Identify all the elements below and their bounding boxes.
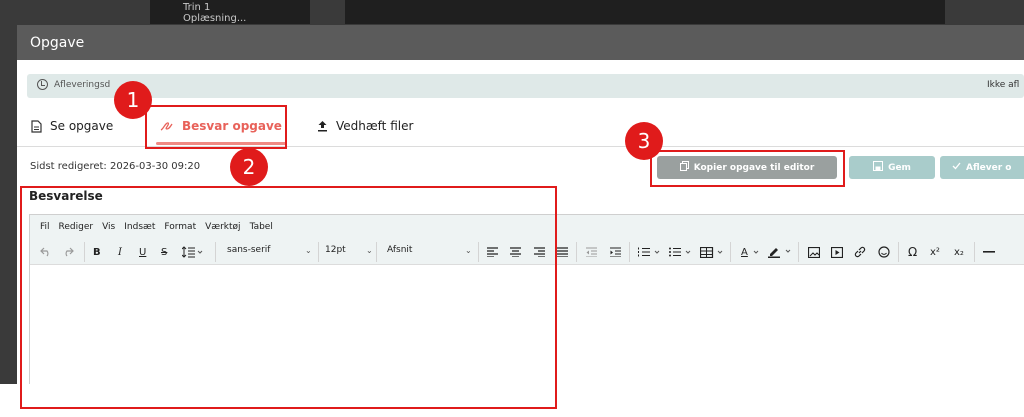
background-text: Trin 1 (183, 2, 211, 13)
emoji-icon[interactable] (878, 245, 890, 259)
table-icon[interactable] (700, 245, 726, 259)
link-icon[interactable] (854, 245, 866, 259)
screen: Trin 1 Oplæsning... Opgave Afleveringsd … (0, 0, 1024, 417)
image-icon[interactable] (808, 245, 820, 259)
text-color-icon[interactable]: A (741, 245, 762, 259)
background-panel (345, 0, 945, 24)
text-color-glyph: A (741, 246, 748, 258)
modal-header: Opgave (17, 25, 1024, 60)
highlight-box-tab (145, 105, 287, 149)
clock-icon (37, 79, 48, 90)
highlight-box-editor (20, 186, 557, 409)
subscript-button[interactable]: x₂ (954, 245, 964, 259)
bullet-list-icon[interactable] (669, 245, 693, 259)
button-label: Gem (888, 162, 911, 173)
tab-se-opgave[interactable]: Se opgave (31, 119, 113, 133)
deadline-label: Afleveringsd (54, 80, 111, 90)
last-edited-text: Sidst redigeret: 2026-03-30 09:20 (30, 161, 201, 172)
step-badge-2: 2 (230, 148, 268, 186)
tab-label: Se opgave (50, 119, 114, 133)
modal-title: Opgave (30, 35, 85, 51)
tab-vedhaeft-filer[interactable]: Vedhæft filer (317, 119, 413, 133)
tab-label: Vedhæft filer (336, 119, 414, 133)
step-badge-1: 1 (114, 81, 152, 119)
document-icon (31, 119, 42, 133)
upload-icon (317, 120, 328, 132)
step-badge-3: 3 (625, 122, 663, 160)
horizontal-rule-icon[interactable] (983, 245, 995, 259)
indent-icon[interactable] (610, 245, 621, 259)
check-icon (952, 162, 961, 173)
deadline-info-bar: Afleveringsd Ikke afl (27, 74, 1024, 98)
highlight-box-copy-button (650, 150, 845, 187)
submit-button[interactable]: Aflever o (940, 156, 1024, 179)
special-character-button[interactable]: Ω (908, 245, 917, 259)
superscript-button[interactable]: x² (930, 245, 940, 259)
submission-status: Ikke afl (987, 80, 1020, 90)
highlight-icon[interactable] (768, 245, 794, 259)
save-icon (873, 161, 884, 174)
numbered-list-icon[interactable] (638, 245, 662, 259)
button-label: Aflever o (966, 162, 1012, 173)
save-button[interactable]: Gem (849, 156, 935, 179)
media-icon[interactable] (831, 245, 843, 259)
background-text: Oplæsning... (183, 13, 247, 24)
outdent-icon[interactable] (586, 245, 597, 259)
align-justify-icon[interactable] (557, 245, 568, 259)
